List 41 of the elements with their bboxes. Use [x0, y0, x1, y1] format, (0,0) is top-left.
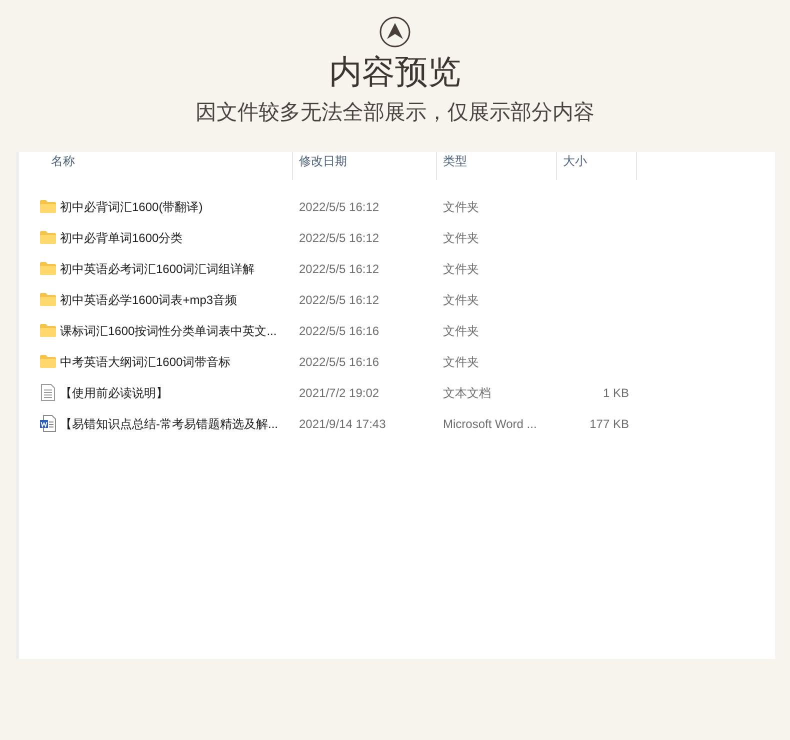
logo-icon: [379, 16, 411, 48]
text-file-icon: [41, 384, 55, 401]
file-name[interactable]: 【使用前必读说明】: [60, 384, 168, 402]
file-type: 文本文档: [442, 384, 492, 402]
file-type: 文件夹: [442, 354, 480, 370]
modified-date: 2022/5/5 16:16: [298, 322, 380, 340]
word-document-icon: [40, 415, 56, 432]
folder-icon: [40, 355, 56, 368]
file-size: 1 KB: [602, 384, 629, 402]
modified-date: 2021/9/14 17:43: [298, 416, 387, 432]
file-size: 177 KB: [588, 416, 629, 432]
column-header[interactable]: 名称: [51, 152, 75, 170]
file-type: 文件夹: [442, 260, 480, 278]
column-header[interactable]: 修改日期: [299, 152, 347, 170]
file-name[interactable]: 初中英语必学1600词表+mp3音频: [60, 290, 238, 308]
column-header[interactable]: 类型: [443, 152, 467, 170]
modified-date: 2022/5/5 16:12: [298, 292, 380, 308]
file-name[interactable]: 初中英语必考词汇1600词汇词组详解: [60, 260, 255, 278]
page-title: 内容预览: [329, 52, 461, 92]
file-type: Microsoft Word ...: [442, 416, 538, 432]
folder-icon: [40, 262, 56, 275]
file-type: 文件夹: [442, 322, 480, 340]
file-type: 文件夹: [442, 292, 480, 308]
folder-icon: [40, 293, 56, 306]
modified-date: 2022/5/5 16:12: [298, 198, 380, 216]
modified-date: 2022/5/5 16:12: [298, 230, 380, 246]
page-subtitle: 因文件较多无法全部展示，仅展示部分内容: [196, 100, 594, 126]
file-name[interactable]: 课标词汇1600按词性分类单词表中英文...: [60, 322, 277, 340]
modified-date: 2021/7/2 19:02: [298, 384, 380, 402]
file-name[interactable]: 【易错知识点总结-常考易错题精选及解...: [60, 414, 278, 432]
folder-icon: [40, 200, 56, 213]
file-type: 文件夹: [442, 198, 480, 216]
modified-date: 2022/5/5 16:16: [298, 354, 380, 370]
file-name[interactable]: 中考英语大纲词汇1600词带音标: [60, 352, 231, 370]
modified-date: 2022/5/5 16:12: [298, 260, 380, 278]
file-type: 文件夹: [442, 230, 480, 246]
folder-icon: [40, 324, 56, 337]
file-name[interactable]: 初中必背词汇1600(带翻译): [60, 198, 203, 216]
file-name[interactable]: 初中必背单词1600分类: [60, 228, 183, 246]
column-header[interactable]: 大小: [563, 152, 587, 170]
folder-icon: [40, 231, 56, 244]
